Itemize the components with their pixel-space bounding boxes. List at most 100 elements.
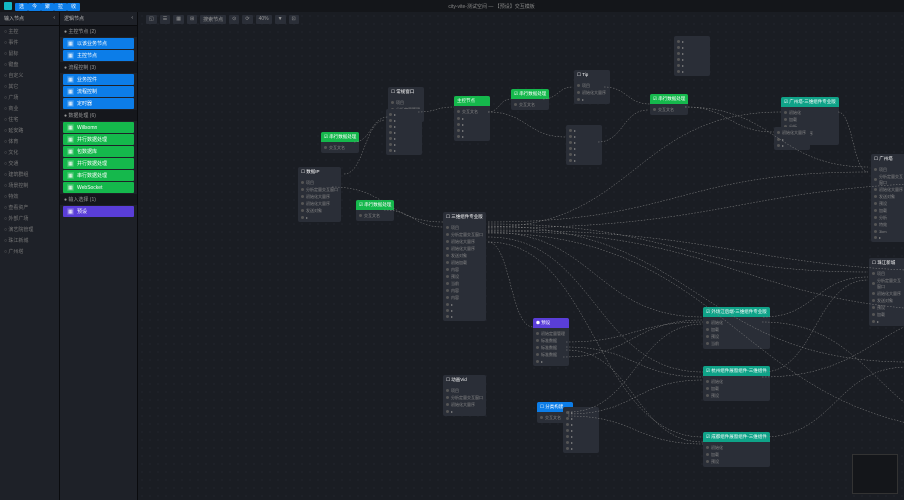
minimap[interactable] <box>852 454 898 494</box>
node-port[interactable]: 加载 <box>706 385 767 392</box>
logic-node-item[interactable]: ▦主控节点 <box>63 50 134 61</box>
graph-node[interactable]: ☐ 动画Vid项目分析定量交互窗口初始化大量序▸ <box>443 375 486 416</box>
graph-node[interactable]: ☑ 串行数据处理交互文名 <box>511 89 549 110</box>
node-port[interactable]: 项目 <box>446 387 483 394</box>
logic-node-item[interactable]: ▦WebSocket <box>63 182 134 193</box>
node-port[interactable]: 预设 <box>706 333 767 340</box>
graph-node[interactable]: ▸▸▸▸▸▸ <box>674 36 710 76</box>
node-port[interactable]: 分析定量交互窗口 <box>872 277 902 290</box>
node-port[interactable]: 交互文名 <box>457 108 487 115</box>
sidebar-item[interactable]: ○ 体育 <box>0 136 59 147</box>
sidebar-item[interactable]: ○ 查看资产 <box>0 202 59 213</box>
node-port[interactable]: 初始化 <box>706 444 767 451</box>
node-port[interactable]: 内容 <box>446 287 483 294</box>
node-port[interactable]: ▸ <box>566 445 596 451</box>
graph-node[interactable]: ☐ 广州塔项目分析定量交互窗口初始化大量序发送对象预设加载分析特效3km▸ <box>871 154 904 242</box>
node-port[interactable]: 初始化大量序 <box>446 401 483 408</box>
sidebar-item[interactable]: ○ 键盘 <box>0 59 59 70</box>
node-port[interactable]: 项目 <box>874 166 904 173</box>
graph-node[interactable]: ☑ 串行数据处理交互文名 <box>321 132 359 153</box>
logic-node-item[interactable]: ▦并行数据处理 <box>63 134 134 145</box>
graph-node[interactable]: ☑ 杭州组件展窗组件-三维组件初始化加载预设 <box>703 366 770 401</box>
top-button[interactable]: 收 <box>67 3 80 11</box>
node-port[interactable]: 初始化 <box>706 319 767 326</box>
logic-node-item[interactable]: ▦以该业务节点 <box>63 38 134 49</box>
sidebar-item[interactable]: ○ 交通 <box>0 158 59 169</box>
node-port[interactable]: 初始化 <box>706 378 767 385</box>
node-port[interactable]: 标准数据 <box>536 337 566 344</box>
sidebar-item[interactable]: ○ 特效 <box>0 191 59 202</box>
top-button[interactable]: 聚 <box>41 3 54 11</box>
graph-node[interactable]: ☑ 成都组件展窗组件-三维组件初始化加载预设 <box>703 432 770 467</box>
sidebar-item[interactable]: ○ 建筑群组 <box>0 169 59 180</box>
graph-node[interactable]: ☑ 外场江后端-三维组件专业版初始化加载预设当前 <box>703 307 770 349</box>
node-port[interactable]: 初始化大量序 <box>301 200 338 207</box>
sidebar-item[interactable]: ○ 自定义 <box>0 70 59 81</box>
node-port[interactable]: ▸ <box>577 96 607 102</box>
node-port[interactable]: 预设 <box>446 273 483 280</box>
node-port[interactable]: 初始化大量序 <box>777 129 807 136</box>
node-port[interactable]: 初始化大量序 <box>874 186 904 193</box>
graph-node[interactable]: ☑ 串行数据处理交互文名 <box>356 200 394 221</box>
canvas-tool[interactable]: ⊞ <box>187 15 197 24</box>
graph-node[interactable]: ▸▸▸▸▸▸▸ <box>386 109 422 155</box>
node-port[interactable]: 预设 <box>706 392 767 399</box>
sidebar-item[interactable]: ○ 主控 <box>0 26 59 37</box>
category-header[interactable]: ● 流程控制 (3) <box>60 62 137 73</box>
graph-node[interactable]: ☐ 三维组件专业版项目分析定量交互窗口初始化大量序初始化大量序发送对象初始加载内… <box>443 212 486 321</box>
canvas-tool[interactable]: ☰ <box>160 15 170 24</box>
node-port[interactable]: 初始化 <box>784 109 836 116</box>
collapse-icon[interactable]: ‹ <box>53 15 55 22</box>
node-port[interactable]: 加载 <box>874 207 904 214</box>
graph-node[interactable]: ☑ 串行数据处理交互文名 <box>650 94 688 115</box>
node-port[interactable]: ▸ <box>389 147 419 153</box>
node-port[interactable]: 内容 <box>446 294 483 301</box>
node-port[interactable]: 预设 <box>706 458 767 465</box>
category-header[interactable]: ● 数据处理 (6) <box>60 110 137 121</box>
node-port[interactable]: ▸ <box>536 358 566 364</box>
node-port[interactable]: 分析定量交互窗口 <box>301 186 338 193</box>
canvas-tool[interactable]: 40% <box>256 15 272 24</box>
node-port[interactable]: 初始化大量序 <box>301 193 338 200</box>
node-port[interactable]: ▸ <box>457 133 487 139</box>
logic-node-item[interactable]: ▦流程控制 <box>63 86 134 97</box>
node-port[interactable]: 预设 <box>874 200 904 207</box>
logic-node-item[interactable]: ▦包数据库 <box>63 146 134 157</box>
logic-node-item[interactable]: ▦业务控件 <box>63 74 134 85</box>
node-port[interactable]: ▸ <box>872 318 902 324</box>
graph-node[interactable]: ☐ Tip项目初始化大量序▸ <box>574 70 610 104</box>
node-port[interactable]: 发送对象 <box>301 207 338 214</box>
top-button[interactable]: 选 <box>15 3 28 11</box>
sidebar-item[interactable]: ○ 广场 <box>0 92 59 103</box>
sidebar-item[interactable]: ○ 文化 <box>0 147 59 158</box>
node-port[interactable]: 项目 <box>872 270 902 277</box>
canvas[interactable]: ◱☰▦⊞搜索节点⊙⟳40%▼⊡ ☑ 串行数据处理交互文名☑ 串行数据处理交互文名… <box>138 12 904 500</box>
node-port[interactable]: 加载 <box>872 311 902 318</box>
node-port[interactable]: 标准数据 <box>536 344 566 351</box>
node-port[interactable]: 当前 <box>706 340 767 347</box>
node-port[interactable]: ▸ <box>446 313 483 319</box>
node-port[interactable]: ▸ <box>777 142 807 148</box>
node-port[interactable]: 交互文名 <box>359 212 391 219</box>
canvas-tool[interactable]: ⊙ <box>229 15 239 24</box>
node-port[interactable]: 标准数据 <box>536 351 566 358</box>
node-port[interactable]: ▸ <box>301 214 338 220</box>
graph-node[interactable]: ☐ 珠江新城项目分析定量交互窗口初始化大量序发送对象预设加载▸ <box>869 258 904 326</box>
node-port[interactable]: 初始化大量序 <box>577 89 607 96</box>
canvas-tool[interactable]: ⊡ <box>289 15 299 24</box>
node-port[interactable]: 加载 <box>706 451 767 458</box>
node-port[interactable]: 交互文名 <box>653 106 685 113</box>
sidebar-item[interactable]: ○ 延安路 <box>0 125 59 136</box>
graph-node[interactable]: ⬢ 预设初始定量管理标准数据标准数据标准数据▸ <box>533 318 569 366</box>
canvas-tool[interactable]: ▦ <box>173 15 184 24</box>
node-port[interactable]: 初始加载 <box>446 259 483 266</box>
node-port[interactable]: 当前 <box>446 280 483 287</box>
sidebar-item[interactable]: ○ 事件 <box>0 37 59 48</box>
node-port[interactable]: 发送对象 <box>446 252 483 259</box>
canvas-tool[interactable]: ▼ <box>275 15 286 24</box>
node-port[interactable]: 项目 <box>446 224 483 231</box>
graph-node[interactable]: 主控节点交互文名▸▸▸▸ <box>454 96 490 141</box>
node-port[interactable]: 发送对象 <box>872 297 902 304</box>
canvas-tool[interactable]: 搜索节点 <box>200 15 226 24</box>
canvas-tool[interactable]: ◱ <box>146 15 157 24</box>
